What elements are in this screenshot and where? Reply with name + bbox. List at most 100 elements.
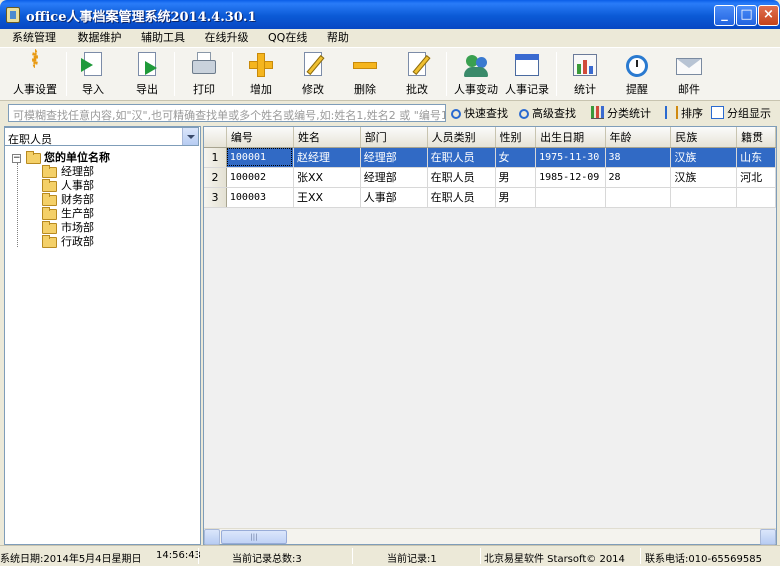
folder-icon bbox=[42, 221, 57, 234]
table-row[interactable]: 3 100003 王XX 人事部 在职人员 男 bbox=[204, 187, 776, 208]
table-row[interactable]: 2 100002 张XX 经理部 在职人员 男 1985-12-09 28 汉族… bbox=[204, 167, 776, 188]
main-window: office人事档案管理系统2014.4.30.1 _ □ × 系统管理 数据维… bbox=[0, 0, 780, 566]
status-bar: 系统日期:2014年5月4日星期日 14:56:43 当前记录总数:3 当前记录… bbox=[0, 545, 780, 566]
category-stats-button[interactable]: 分类统计 bbox=[591, 105, 651, 122]
table-cell[interactable]: 汉族 bbox=[670, 147, 738, 168]
people-icon bbox=[462, 52, 490, 78]
scroll-right-icon[interactable] bbox=[760, 529, 776, 545]
table-cell[interactable]: 经理部 bbox=[360, 167, 428, 188]
toolbar: 人事设置 导入 导出 打印 增加 修改 删除 批改 人事变动 人事记录 统计 提… bbox=[0, 47, 780, 101]
table-cell[interactable] bbox=[605, 187, 672, 208]
group-display-button[interactable]: 分组显示 bbox=[711, 105, 771, 122]
scroll-left-icon[interactable] bbox=[204, 529, 220, 545]
scroll-thumb[interactable]: ||| bbox=[221, 530, 287, 544]
table-cell[interactable]: 在职人员 bbox=[427, 147, 496, 168]
minimize-button[interactable]: _ bbox=[714, 5, 735, 26]
mail-label: 邮件 bbox=[678, 83, 700, 96]
table-cell[interactable]: 100002 bbox=[226, 167, 294, 188]
table-cell[interactable]: 汉族 bbox=[670, 167, 738, 188]
reminder-label: 提醒 bbox=[626, 83, 648, 96]
table-cell[interactable]: 男 bbox=[495, 187, 537, 208]
import-icon bbox=[79, 52, 107, 78]
column-header[interactable]: 性别 bbox=[495, 127, 537, 148]
tree-root-label: 您的单位名称 bbox=[44, 151, 110, 164]
personnel-change-label: 人事变动 bbox=[454, 83, 498, 96]
personnel-change-button[interactable]: 人事变动 bbox=[449, 52, 503, 98]
table-cell[interactable]: 1985-12-09 bbox=[535, 167, 606, 188]
batch-edit-label: 批改 bbox=[406, 83, 428, 96]
bar-chart-icon bbox=[571, 52, 599, 78]
column-header[interactable]: 出生日期 bbox=[535, 127, 606, 148]
contact-phone: 联系电话:010-65569585 bbox=[645, 554, 762, 565]
menu-system-management[interactable]: 系统管理 bbox=[4, 29, 64, 45]
table-cell[interactable]: 100003 bbox=[226, 187, 294, 208]
column-header[interactable]: 编号 bbox=[226, 127, 294, 148]
statistics-button[interactable]: 统计 bbox=[558, 52, 612, 98]
table-cell[interactable]: 王XX bbox=[293, 187, 361, 208]
row-number[interactable]: 2 bbox=[204, 167, 227, 188]
table-cell[interactable]: 赵经理 bbox=[293, 147, 361, 168]
search-input[interactable]: 可模糊查找任意内容,如"汉",也可精确查找单或多个姓名或编号,如:姓名1,姓名2… bbox=[8, 104, 446, 122]
table-cell[interactable] bbox=[736, 187, 776, 208]
sort-button[interactable]: 排序 bbox=[665, 105, 703, 122]
table-cell[interactable] bbox=[670, 187, 738, 208]
table-row[interactable]: 1 100001 赵经理 经理部 在职人员 女 1975-11-30 38 汉族… bbox=[204, 147, 776, 168]
column-header[interactable]: 籍贯 bbox=[736, 127, 776, 148]
collapse-icon[interactable]: − bbox=[12, 154, 21, 163]
table-cell[interactable]: 38 bbox=[605, 147, 672, 168]
add-button[interactable]: 增加 bbox=[234, 52, 288, 98]
edit-button[interactable]: 修改 bbox=[286, 52, 340, 98]
advanced-search-icon bbox=[519, 109, 529, 119]
table-cell[interactable]: 在职人员 bbox=[427, 187, 496, 208]
menu-help[interactable]: 帮助 bbox=[319, 29, 357, 45]
close-button[interactable]: × bbox=[758, 5, 779, 26]
app-icon bbox=[6, 7, 20, 23]
menu-online-upgrade[interactable]: 在线升级 bbox=[197, 29, 257, 45]
menu-qq-online[interactable]: QQ在线 bbox=[260, 29, 315, 45]
table-cell[interactable]: 在职人员 bbox=[427, 167, 496, 188]
column-header[interactable]: 姓名 bbox=[293, 127, 361, 148]
staff-type-select[interactable]: 在职人员 bbox=[4, 127, 199, 146]
table-cell[interactable]: 人事部 bbox=[360, 187, 428, 208]
table-cell[interactable]: 山东 bbox=[736, 147, 776, 168]
chevron-down-icon[interactable] bbox=[182, 128, 198, 145]
tree-connector bbox=[17, 163, 18, 247]
table-cell[interactable]: 男 bbox=[495, 167, 537, 188]
quick-search-button[interactable]: 快速查找 bbox=[451, 105, 508, 122]
department-panel bbox=[4, 126, 201, 545]
total-records: 当前记录总数:3 bbox=[232, 554, 302, 565]
table-cell[interactable]: 河北 bbox=[736, 167, 776, 188]
table-cell[interactable] bbox=[535, 187, 606, 208]
column-header[interactable]: 民族 bbox=[670, 127, 738, 148]
reminder-button[interactable]: 提醒 bbox=[610, 52, 664, 98]
printer-icon bbox=[190, 52, 218, 78]
column-header[interactable]: 年龄 bbox=[605, 127, 672, 148]
import-button[interactable]: 导入 bbox=[66, 52, 120, 98]
column-header[interactable]: 人员类别 bbox=[427, 127, 496, 148]
table-cell[interactable]: 100001 bbox=[226, 147, 294, 168]
table-cell[interactable]: 1975-11-30 bbox=[535, 147, 606, 168]
maximize-button[interactable]: □ bbox=[736, 5, 757, 26]
menu-data-maintenance[interactable]: 数据维护 bbox=[70, 29, 130, 45]
personnel-settings-button[interactable]: 人事设置 bbox=[8, 49, 62, 98]
table-cell[interactable]: 张XX bbox=[293, 167, 361, 188]
title-bar: office人事档案管理系统2014.4.30.1 _ □ × bbox=[0, 0, 780, 29]
personnel-record-button[interactable]: 人事记录 bbox=[500, 52, 554, 98]
advanced-search-button[interactable]: 高级查找 bbox=[519, 105, 576, 122]
delete-button[interactable]: 删除 bbox=[338, 52, 392, 98]
print-button[interactable]: 打印 bbox=[177, 52, 231, 98]
horizontal-scrollbar[interactable]: ||| bbox=[204, 528, 776, 545]
batch-edit-button[interactable]: 批改 bbox=[390, 52, 444, 98]
group-icon bbox=[711, 106, 724, 119]
import-label: 导入 bbox=[82, 83, 104, 96]
mail-button[interactable]: 邮件 bbox=[662, 52, 716, 98]
menu-auxiliary-tools[interactable]: 辅助工具 bbox=[133, 29, 193, 45]
column-header[interactable]: 部门 bbox=[360, 127, 428, 148]
table-cell[interactable]: 经理部 bbox=[360, 147, 428, 168]
row-number[interactable]: 3 bbox=[204, 187, 227, 208]
table-cell[interactable]: 女 bbox=[495, 147, 537, 168]
row-number[interactable]: 1 bbox=[204, 147, 227, 168]
table-cell[interactable]: 28 bbox=[605, 167, 672, 188]
export-button[interactable]: 导出 bbox=[120, 52, 174, 98]
sort-label: 排序 bbox=[681, 107, 703, 120]
